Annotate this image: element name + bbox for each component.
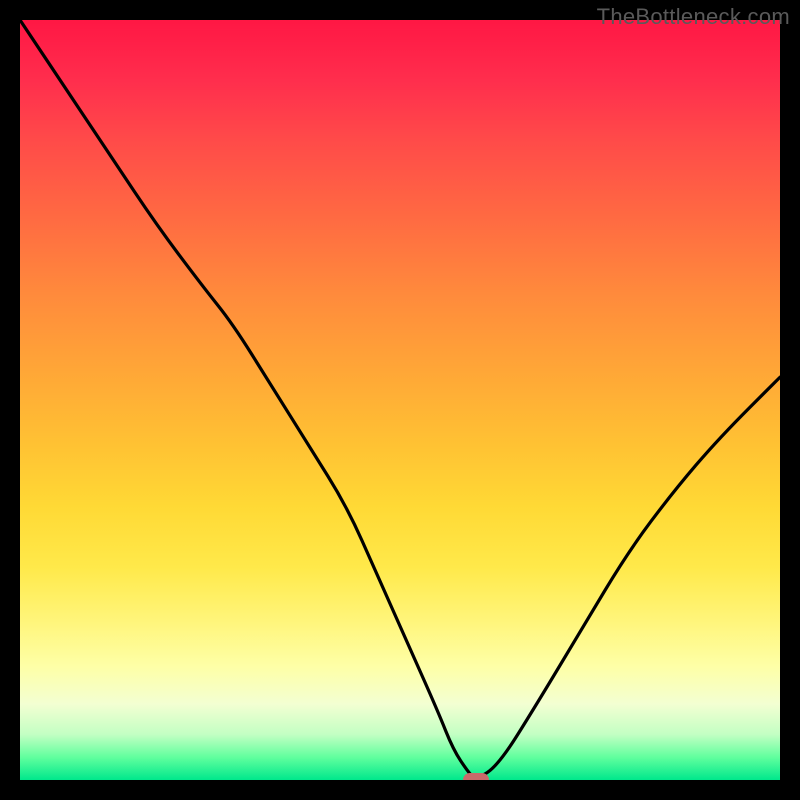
watermark-text: TheBottleneck.com	[597, 4, 790, 30]
bottleneck-curve	[20, 20, 780, 780]
current-config-marker	[463, 773, 489, 780]
plot-area	[20, 20, 780, 780]
chart-frame: TheBottleneck.com	[0, 0, 800, 800]
